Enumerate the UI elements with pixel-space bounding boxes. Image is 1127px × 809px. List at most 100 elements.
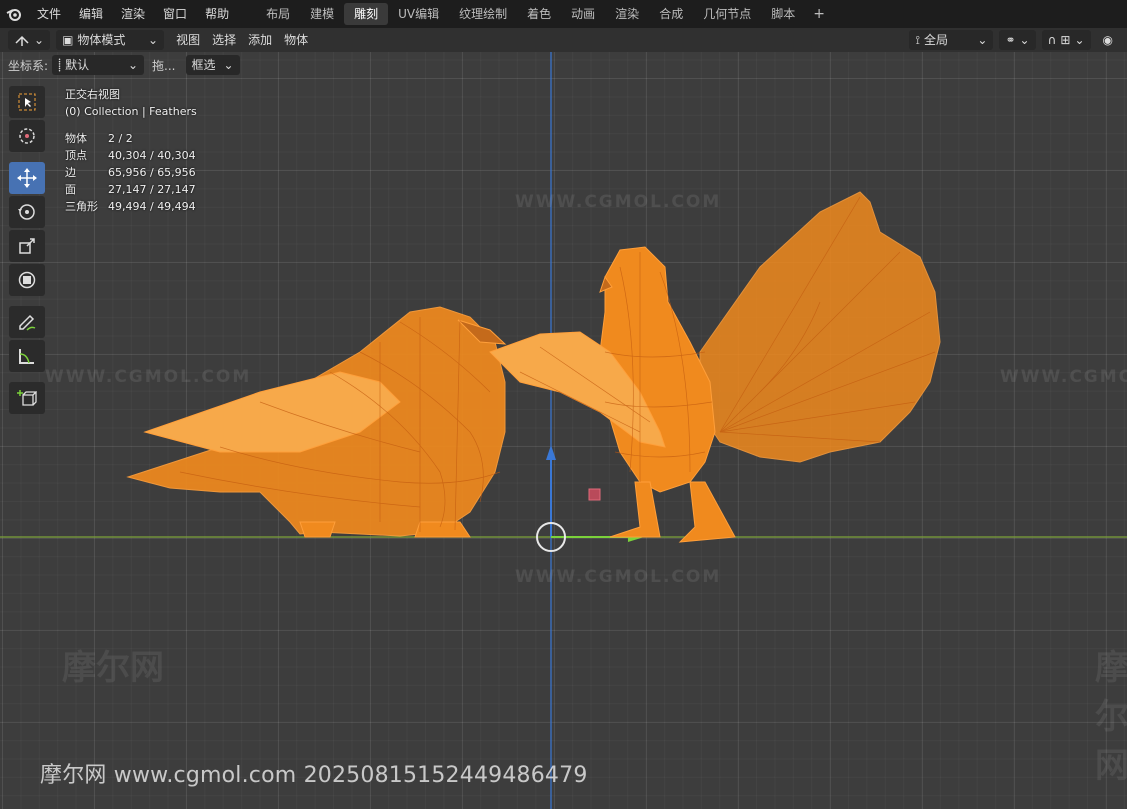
menu-view[interactable]: 视图 [170,30,206,50]
drag-label: 拖... [152,58,176,73]
menu-select[interactable]: 选择 [206,30,242,50]
transform-orientation-dropdown[interactable]: ⟟ 全局 ⌄ [909,30,994,50]
stat-value: 27,147 / 27,147 [108,183,196,196]
menu-object[interactable]: 物体 [278,30,314,50]
stat-row: 三角形 49,494 / 49,494 [65,198,197,215]
orientation-label: 全局 [923,33,948,47]
watermark-logo: 摩尔网 [1095,648,1127,786]
rotate-icon [18,204,35,220]
stat-value: 40,304 / 40,304 [108,149,196,162]
chevron-down-icon: ⌄ [34,33,45,47]
blender-logo-icon[interactable] [0,0,28,28]
ruler-icon [19,349,34,364]
stat-label: 边 [65,166,76,179]
object-mode-icon: ▣ [62,33,74,47]
cursor-icon [19,128,35,144]
watermark-text: WWW.CGMOL.COM [45,367,252,387]
view-name: 正交右视图 [65,88,120,101]
tab-texture-paint[interactable]: 纹理绘制 [449,3,517,25]
select-box-icon [18,93,36,111]
tab-shading[interactable]: 着色 [517,3,561,25]
annotate-tool[interactable] [9,306,45,338]
tab-animation[interactable]: 动画 [561,3,605,25]
left-toolbar [9,86,47,414]
editor-type-icon [15,35,29,46]
center-handle-icon [588,488,601,501]
link-icon: ⚭ [1005,33,1016,47]
menu-edit[interactable]: 编辑 [70,0,112,28]
stat-row: 顶点 40,304 / 40,304 [65,147,197,164]
rotate-tool[interactable] [9,196,45,228]
tab-layout[interactable]: 布局 [256,3,300,25]
viewport-info-overlay: 正交右视图 (0) Collection | Feathers 物体 2 / 2 … [65,86,197,215]
mode-dropdown[interactable]: ▣ 物体模式 ⌄ [56,30,165,50]
collection-info: (0) Collection | Feathers [65,105,197,118]
tab-compositing[interactable]: 合成 [649,3,693,25]
coord-system-label: 坐标系: [8,58,49,73]
tab-modeling[interactable]: 建模 [300,3,344,25]
snap-increment-icon: ⊞ [1060,33,1071,47]
editor-type-button[interactable]: ⌄ [8,30,51,50]
menu-window[interactable]: 窗口 [154,0,196,28]
tab-geometry-nodes[interactable]: 几何节点 [693,3,761,25]
orientation-icon: ⟟ [915,33,920,47]
chevron-down-icon: ⌄ [223,58,234,72]
add-cube-tool[interactable] [9,382,45,414]
select-box-tool[interactable] [9,86,45,118]
measure-tool[interactable] [9,340,45,372]
pivot-point-button[interactable]: ⚭ ⌄ [999,30,1036,50]
stat-label: 面 [65,183,76,196]
watermark-logo: 摩尔网 [62,648,164,688]
stat-value: 49,494 / 49,494 [108,200,196,213]
watermark-text: WWW.CGMOL.COM [515,192,722,212]
tab-uv-editing[interactable]: UV编辑 [388,3,449,25]
stat-row: 面 27,147 / 27,147 [65,181,197,198]
coord-system-value: 默认 [65,58,90,72]
menu-add[interactable]: 添加 [242,30,278,50]
watermark-text: WWW.CGMOL.COM [515,567,722,587]
chevron-down-icon: ⌄ [977,33,988,47]
stat-row: 物体 2 / 2 [65,130,197,147]
pencil-icon [19,314,36,331]
scale-icon [19,238,35,254]
add-cube-icon [17,390,37,406]
add-workspace-button[interactable]: + [805,6,833,22]
tool-settings-bar: 坐标系: ⸽ 默认 ⌄ 拖... 框选 ⌄ [0,52,240,78]
select-mode-dropdown[interactable]: 框选 ⌄ [185,55,240,75]
proportional-edit-icon[interactable]: ◉ [1097,30,1119,50]
pigeon-right [489,191,941,543]
snap-button[interactable]: ∩ ⊞ ⌄ [1041,30,1091,50]
chevron-down-icon: ⌄ [127,58,139,72]
transform-icon [18,271,36,289]
z-arrow-icon [546,445,556,460]
footer-watermark: 摩尔网 www.cgmol.com 20250815152449486479 [40,763,588,788]
stat-label: 三角形 [65,200,98,213]
select-mode-value: 框选 [191,58,216,72]
stat-label: 物体 [65,132,87,145]
move-icon [17,168,37,188]
move-tool[interactable] [9,162,45,194]
workspace-tabs: 布局 建模 雕刻 UV编辑 纹理绘制 着色 动画 渲染 合成 几何节点 脚本 + [256,0,833,28]
menu-render[interactable]: 渲染 [112,0,154,28]
menu-help[interactable]: 帮助 [196,0,238,28]
chevron-down-icon: ⌄ [1074,33,1085,47]
watermark-text: WWW.CGMOL.COM [1000,367,1127,387]
cursor-tool[interactable] [9,120,45,152]
stat-row: 边 65,956 / 65,956 [65,164,197,181]
tab-rendering[interactable]: 渲染 [605,3,649,25]
axis-icon: ⸽ [58,58,62,72]
mode-label: 物体模式 [77,33,126,47]
scale-tool[interactable] [9,230,45,262]
menu-file[interactable]: 文件 [28,0,70,28]
top-bar: 文件 编辑 渲染 窗口 帮助 布局 建模 雕刻 UV编辑 纹理绘制 着色 动画 … [0,0,1127,28]
stat-value: 2 / 2 [108,132,133,145]
tab-sculpting[interactable]: 雕刻 [344,3,389,25]
magnet-icon: ∩ [1047,33,1057,47]
stat-value: 65,956 / 65,956 [108,166,196,179]
chevron-down-icon: ⌄ [148,33,159,47]
viewport-header: ⌄ ▣ 物体模式 ⌄ 视图 选择 添加 物体 ⟟ 全局 ⌄ ⚭ ⌄ ∩ ⊞ ⌄ ◉ [0,28,1127,52]
chevron-down-icon: ⌄ [1019,33,1030,47]
transform-tool[interactable] [9,264,45,296]
coord-system-dropdown[interactable]: ⸽ 默认 ⌄ [52,55,145,75]
tab-scripting[interactable]: 脚本 [761,3,805,25]
